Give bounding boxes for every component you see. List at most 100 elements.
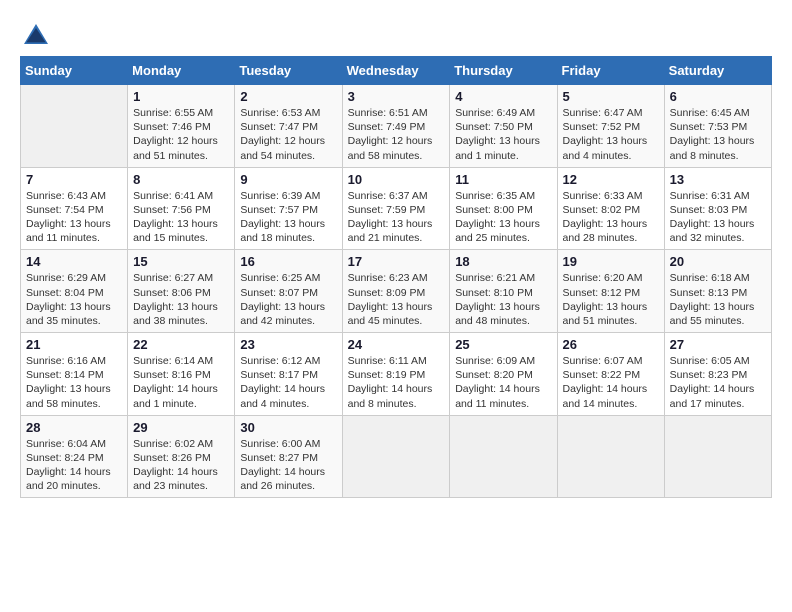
day-number: 29 [133,420,229,435]
day-number: 19 [563,254,659,269]
day-number: 22 [133,337,229,352]
day-number: 24 [348,337,445,352]
day-info: Sunrise: 6:04 AMSunset: 8:24 PMDaylight:… [26,437,122,494]
day-info: Sunrise: 6:55 AMSunset: 7:46 PMDaylight:… [133,106,229,163]
day-number: 25 [455,337,551,352]
day-number: 26 [563,337,659,352]
day-cell [664,415,771,498]
day-info: Sunrise: 6:23 AMSunset: 8:09 PMDaylight:… [348,271,445,328]
day-cell: 23 Sunrise: 6:12 AMSunset: 8:17 PMDayligh… [235,333,342,416]
col-header-friday: Friday [557,57,664,85]
day-cell: 27Sunrise: 6:05 AMSunset: 8:23 PMDayligh… [664,333,771,416]
day-cell: 21 Sunrise: 6:16 AMSunset: 8:14 PMDayligh… [21,333,128,416]
day-cell: 15 Sunrise: 6:27 AMSunset: 8:06 PMDayligh… [128,250,235,333]
day-cell: 28 Sunrise: 6:04 AMSunset: 8:24 PMDayligh… [21,415,128,498]
day-info: Sunrise: 6:16 AMSunset: 8:14 PMDaylight:… [26,354,122,411]
day-info: Sunrise: 6:51 AMSunset: 7:49 PMDaylight:… [348,106,445,163]
day-info: Sunrise: 6:00 AMSunset: 8:27 PMDaylight:… [240,437,336,494]
day-info: Sunrise: 6:39 AMSunset: 7:57 PMDaylight:… [240,189,336,246]
day-info: Sunrise: 6:09 AMSunset: 8:20 PMDaylight:… [455,354,551,411]
day-cell: 26 Sunrise: 6:07 AMSunset: 8:22 PMDayligh… [557,333,664,416]
day-info: Sunrise: 6:18 AMSunset: 8:13 PMDaylight:… [670,271,766,328]
day-number: 20 [670,254,766,269]
day-info: Sunrise: 6:31 AMSunset: 8:03 PMDaylight:… [670,189,766,246]
day-info: Sunrise: 6:47 AMSunset: 7:52 PMDaylight:… [563,106,659,163]
day-info: Sunrise: 6:25 AMSunset: 8:07 PMDaylight:… [240,271,336,328]
day-info: Sunrise: 6:37 AMSunset: 7:59 PMDaylight:… [348,189,445,246]
day-info: Sunrise: 6:14 AMSunset: 8:16 PMDaylight:… [133,354,229,411]
day-cell [342,415,450,498]
day-number: 13 [670,172,766,187]
week-row-3: 14Sunrise: 6:29 AMSunset: 8:04 PMDayligh… [21,250,772,333]
day-number: 17 [348,254,445,269]
col-header-saturday: Saturday [664,57,771,85]
day-number: 28 [26,420,122,435]
calendar-body: 1 Sunrise: 6:55 AMSunset: 7:46 PMDaylight… [21,85,772,498]
day-cell: 16 Sunrise: 6:25 AMSunset: 8:07 PMDayligh… [235,250,342,333]
logo [20,20,56,52]
day-number: 18 [455,254,551,269]
day-info: Sunrise: 6:12 AMSunset: 8:17 PMDaylight:… [240,354,336,411]
day-cell: 24 Sunrise: 6:11 AMSunset: 8:19 PMDayligh… [342,333,450,416]
day-info: Sunrise: 6:07 AMSunset: 8:22 PMDaylight:… [563,354,659,411]
day-number: 11 [455,172,551,187]
day-cell: 7Sunrise: 6:43 AMSunset: 7:54 PMDaylight… [21,167,128,250]
day-cell: 8 Sunrise: 6:41 AMSunset: 7:56 PMDaylight… [128,167,235,250]
day-info: Sunrise: 6:33 AMSunset: 8:02 PMDaylight:… [563,189,659,246]
week-row-1: 1 Sunrise: 6:55 AMSunset: 7:46 PMDaylight… [21,85,772,168]
day-number: 15 [133,254,229,269]
day-info: Sunrise: 6:21 AMSunset: 8:10 PMDaylight:… [455,271,551,328]
day-cell [21,85,128,168]
page-header [20,20,772,52]
day-cell: 2 Sunrise: 6:53 AMSunset: 7:47 PMDaylight… [235,85,342,168]
day-cell: 10 Sunrise: 6:37 AMSunset: 7:59 PMDayligh… [342,167,450,250]
day-cell: 20 Sunrise: 6:18 AMSunset: 8:13 PMDayligh… [664,250,771,333]
day-info: Sunrise: 6:27 AMSunset: 8:06 PMDaylight:… [133,271,229,328]
day-number: 12 [563,172,659,187]
day-number: 4 [455,89,551,104]
day-info: Sunrise: 6:11 AMSunset: 8:19 PMDaylight:… [348,354,445,411]
logo-icon [20,20,52,52]
header-row: SundayMondayTuesdayWednesdayThursdayFrid… [21,57,772,85]
day-number: 16 [240,254,336,269]
day-info: Sunrise: 6:02 AMSunset: 8:26 PMDaylight:… [133,437,229,494]
day-cell: 4 Sunrise: 6:49 AMSunset: 7:50 PMDaylight… [450,85,557,168]
day-info: Sunrise: 6:41 AMSunset: 7:56 PMDaylight:… [133,189,229,246]
day-cell: 9Sunrise: 6:39 AMSunset: 7:57 PMDaylight… [235,167,342,250]
day-info: Sunrise: 6:53 AMSunset: 7:47 PMDaylight:… [240,106,336,163]
day-cell: 1 Sunrise: 6:55 AMSunset: 7:46 PMDaylight… [128,85,235,168]
calendar-header: SundayMondayTuesdayWednesdayThursdayFrid… [21,57,772,85]
day-cell: 5 Sunrise: 6:47 AMSunset: 7:52 PMDaylight… [557,85,664,168]
day-cell: 12 Sunrise: 6:33 AMSunset: 8:02 PMDayligh… [557,167,664,250]
day-number: 10 [348,172,445,187]
day-cell: 6Sunrise: 6:45 AMSunset: 7:53 PMDaylight… [664,85,771,168]
day-cell: 29 Sunrise: 6:02 AMSunset: 8:26 PMDayligh… [128,415,235,498]
col-header-thursday: Thursday [450,57,557,85]
day-number: 6 [670,89,766,104]
day-info: Sunrise: 6:20 AMSunset: 8:12 PMDaylight:… [563,271,659,328]
day-number: 7 [26,172,122,187]
day-number: 23 [240,337,336,352]
week-row-4: 21 Sunrise: 6:16 AMSunset: 8:14 PMDayligh… [21,333,772,416]
day-cell: 30 Sunrise: 6:00 AMSunset: 8:27 PMDayligh… [235,415,342,498]
day-cell [557,415,664,498]
day-number: 5 [563,89,659,104]
col-header-tuesday: Tuesday [235,57,342,85]
day-number: 30 [240,420,336,435]
day-number: 8 [133,172,229,187]
week-row-5: 28 Sunrise: 6:04 AMSunset: 8:24 PMDayligh… [21,415,772,498]
day-cell [450,415,557,498]
day-number: 1 [133,89,229,104]
day-number: 2 [240,89,336,104]
day-number: 14 [26,254,122,269]
day-number: 3 [348,89,445,104]
col-header-wednesday: Wednesday [342,57,450,85]
day-number: 21 [26,337,122,352]
day-cell: 18 Sunrise: 6:21 AMSunset: 8:10 PMDayligh… [450,250,557,333]
day-cell: 11Sunrise: 6:35 AMSunset: 8:00 PMDayligh… [450,167,557,250]
day-cell: 25 Sunrise: 6:09 AMSunset: 8:20 PMDayligh… [450,333,557,416]
week-row-2: 7Sunrise: 6:43 AMSunset: 7:54 PMDaylight… [21,167,772,250]
day-info: Sunrise: 6:49 AMSunset: 7:50 PMDaylight:… [455,106,551,163]
day-cell: 19 Sunrise: 6:20 AMSunset: 8:12 PMDayligh… [557,250,664,333]
day-info: Sunrise: 6:05 AMSunset: 8:23 PMDaylight:… [670,354,766,411]
